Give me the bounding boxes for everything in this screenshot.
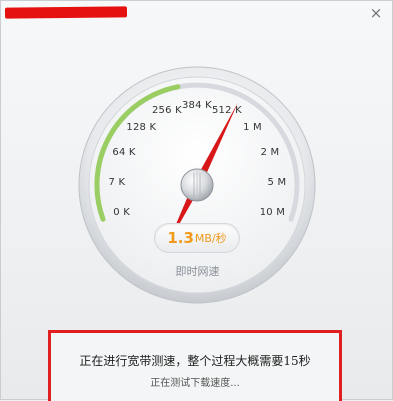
tick-label: 512 K: [212, 105, 242, 117]
redacted-title-bar: [4, 6, 128, 19]
tick-label: 5 M: [267, 176, 287, 188]
close-icon[interactable]: ×: [368, 5, 384, 21]
tick-label: 7 K: [108, 176, 126, 188]
tick-label: 10 M: [259, 206, 286, 218]
status-sub-text: 正在测试下载速度...: [150, 378, 240, 389]
speed-readout: 1.3 MB/秒: [154, 223, 240, 253]
tick-label: 1 M: [243, 122, 262, 133]
tick-label: 64 K: [112, 147, 136, 158]
status-main-text: 正在进行宽带测速，整个过程大概需要15秒: [79, 354, 311, 368]
tick-label: 384 K: [182, 99, 212, 111]
tick-label: 0 K: [113, 206, 130, 218]
status-panel: 正在进行宽带测速，整个过程大概需要15秒 正在测试下载速度...: [48, 330, 342, 401]
gauge-caption: 即时网速: [175, 265, 220, 278]
tick-label: 2 M: [260, 147, 280, 158]
tick-label: 256 K: [152, 105, 182, 117]
tick-label: 128 K: [126, 122, 157, 133]
speed-unit: MB/秒: [194, 232, 227, 245]
speed-test-window: × 0 K 7 K 64 K 128 K 256 K 384 K 512 K 1…: [0, 0, 393, 401]
speed-value: 1.3: [167, 229, 194, 247]
